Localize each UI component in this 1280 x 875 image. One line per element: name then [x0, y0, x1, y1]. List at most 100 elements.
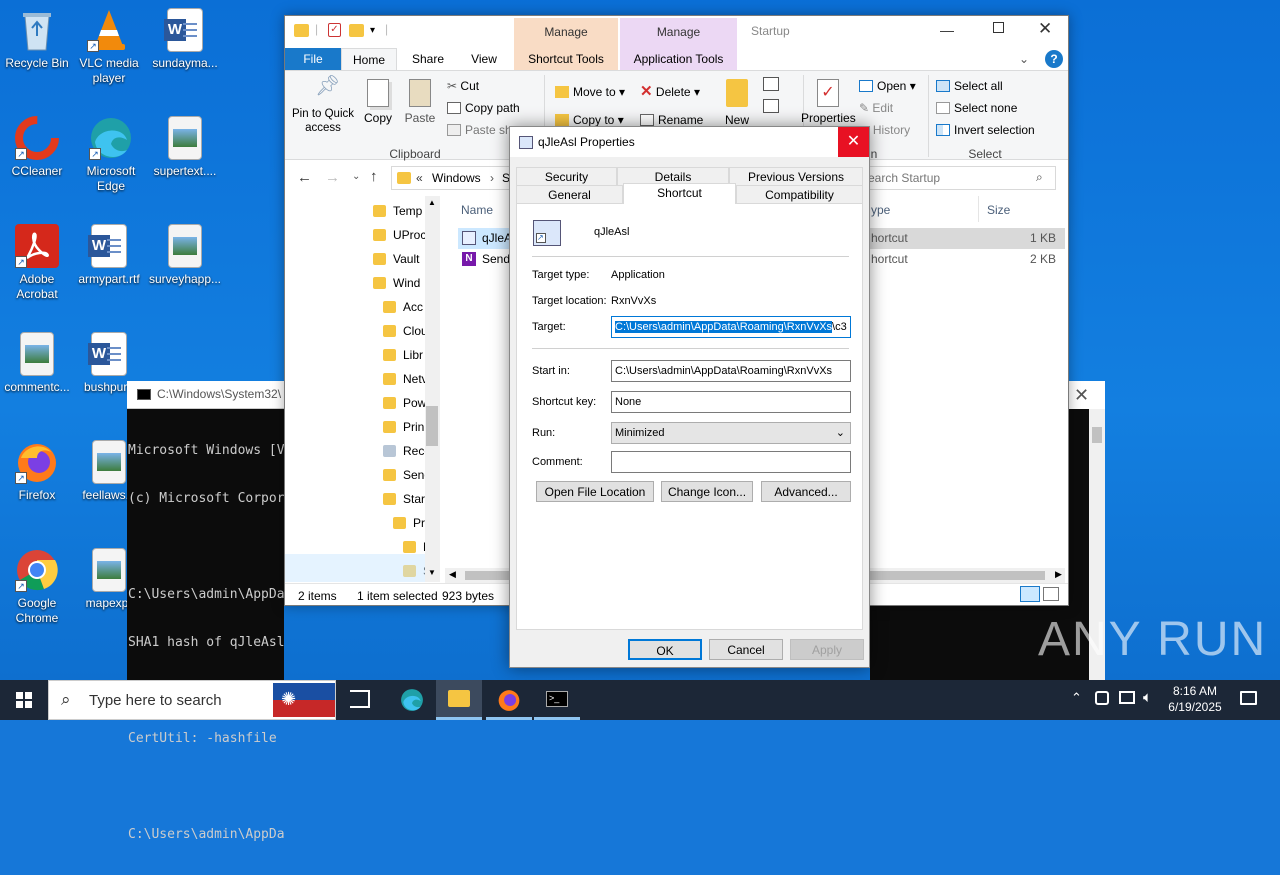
explorer-title-bar[interactable]: | ✓ ▾ | Manage Manage Startup — ✕ [285, 16, 1068, 70]
close-icon[interactable]: ✕ [1038, 19, 1052, 39]
desktop-icon-supertext[interactable]: supertext.... [148, 116, 222, 179]
cancel-button[interactable]: Cancel [709, 639, 783, 660]
delete-button[interactable]: ✕ Delete ▾ [640, 84, 700, 99]
up-icon[interactable]: ↑ [370, 168, 378, 185]
sidebar-item[interactable]: Vault [285, 248, 425, 270]
select-none-button[interactable]: Select none [936, 101, 1017, 115]
select-all-button[interactable]: Select all [936, 79, 1003, 93]
tab-shortcut[interactable]: Shortcut [623, 183, 736, 204]
sidebar-item[interactable]: Pow [285, 392, 426, 414]
column-header-type[interactable]: ype [871, 203, 890, 217]
desktop-icon-surveyhapp[interactable]: surveyhapp... [148, 224, 222, 287]
desktop-icon-vlc[interactable]: ↗ VLC media player [72, 8, 146, 86]
back-icon[interactable]: ← [297, 169, 312, 186]
sidebar-item[interactable]: Libr [285, 344, 425, 366]
desktop-icon-recycle-bin[interactable]: Recycle Bin [0, 8, 74, 71]
invert-selection-button[interactable]: Invert selection [936, 123, 1035, 137]
start-in-field[interactable]: C:\Users\admin\AppData\Roaming\RxnVvXs [611, 360, 851, 382]
tab-compatibility[interactable]: Compatibility [736, 185, 863, 203]
desktop-icon-sundayma[interactable]: W sundayma... [148, 8, 222, 71]
copy-path-button[interactable]: Copy path [447, 101, 520, 115]
taskbar-edge-button[interactable] [390, 680, 434, 720]
address-bar[interactable]: « Windows › S [391, 166, 511, 190]
new-folder-button[interactable]: New [719, 79, 755, 127]
comment-field[interactable] [611, 451, 851, 473]
desktop-icon-acrobat[interactable]: ↗ Adobe Acrobat [0, 224, 74, 302]
tab-home[interactable]: Home [341, 48, 397, 71]
maximize-icon[interactable] [993, 22, 1004, 33]
tab-file[interactable]: File [285, 48, 341, 70]
dialog-close-button[interactable]: ✕ [838, 127, 869, 157]
new-folder-quick-icon[interactable] [349, 24, 364, 37]
ok-button[interactable]: OK [628, 639, 702, 660]
qat-dropdown-icon[interactable]: ▾ [370, 25, 375, 36]
desktop-icon-edge[interactable]: ↗ Microsoft Edge [74, 116, 148, 194]
copy-to-button[interactable]: Copy to ▾ [555, 113, 624, 127]
details-view-icon[interactable] [1020, 586, 1040, 602]
taskbar-firefox-button[interactable] [486, 680, 532, 720]
column-header-name[interactable]: Name [461, 203, 493, 217]
run-select[interactable]: Minimized ⌄ [611, 422, 851, 444]
notifications-icon[interactable] [1240, 691, 1257, 705]
dialog-title-bar[interactable]: qJleAsl Properties ✕ [510, 127, 869, 157]
edit-button[interactable]: ✎ Edit [859, 101, 893, 115]
desktop-icon-armypart[interactable]: W armypart.rtf [72, 224, 146, 287]
sidebar-item[interactable]: Acc [285, 296, 425, 318]
advanced-button[interactable]: Advanced... [761, 481, 851, 502]
task-view-icon[interactable] [350, 690, 370, 708]
tab-shortcut-tools[interactable]: Shortcut Tools [514, 48, 618, 70]
recent-locations-icon[interactable]: ⌄ [352, 171, 360, 182]
nav-scrollbar[interactable]: ▲ ▼ [425, 196, 440, 582]
network-monitor-icon[interactable] [1095, 691, 1109, 705]
paste-button[interactable]: Paste [403, 79, 437, 125]
volume-icon[interactable]: 🔈︎ [1143, 689, 1152, 706]
column-header-size[interactable]: Size [987, 203, 1010, 217]
network-icon[interactable] [1119, 691, 1135, 704]
help-icon[interactable]: ? [1045, 50, 1063, 68]
desktop-icon-commentc[interactable]: commentc... [0, 332, 74, 395]
apply-button[interactable]: Apply [790, 639, 864, 660]
tab-previous-versions[interactable]: Previous Versions [729, 167, 863, 185]
forward-icon[interactable]: → [325, 169, 340, 186]
sidebar-item[interactable]: Pro [285, 512, 432, 534]
sidebar-item[interactable]: Prin [285, 416, 425, 438]
sidebar-item[interactable]: Send [285, 464, 431, 486]
cut-button[interactable]: ✂︎ Cut [447, 79, 479, 93]
copy-button[interactable]: Copy [361, 79, 395, 125]
easy-access-icon[interactable] [763, 99, 779, 113]
pin-quick-access-button[interactable]: 📌︎ Pin to Quick access [291, 76, 355, 135]
large-icons-view-icon[interactable] [1043, 587, 1059, 601]
cmd-close-icon[interactable]: ✕ [1074, 385, 1089, 406]
taskbar-explorer-button[interactable] [436, 680, 482, 720]
paste-shortcut-button[interactable]: Paste sho [447, 123, 518, 137]
desktop-icon-firefox[interactable]: ↗ Firefox [0, 440, 74, 503]
new-item-icon[interactable] [763, 77, 779, 91]
tab-view[interactable]: View [459, 48, 509, 70]
tab-security[interactable]: Security [516, 167, 617, 185]
properties-button[interactable]: ✓ Properties [801, 79, 856, 125]
sidebar-item[interactable]: Netv [285, 368, 428, 390]
properties-dialog[interactable]: qJleAsl Properties ✕ Security Details Pr… [509, 126, 870, 668]
address-overflow[interactable]: « [416, 171, 423, 185]
taskbar-search-box[interactable]: ⌕ Type here to search ✺ [48, 680, 336, 720]
change-icon-button[interactable]: Change Icon... [661, 481, 753, 502]
tray-overflow-icon[interactable]: ⌃ [1071, 690, 1082, 706]
open-button[interactable]: Open ▾ [859, 79, 916, 93]
expand-ribbon-icon[interactable]: ⌄ [1019, 52, 1029, 66]
minimize-icon[interactable]: — [940, 22, 954, 38]
sidebar-item[interactable]: Clou [285, 320, 428, 342]
sidebar-item[interactable]: Temp [285, 200, 425, 222]
sidebar-item[interactable]: Wind [285, 272, 425, 294]
desktop-icon-ccleaner[interactable]: ↗ CCleaner [0, 116, 74, 179]
shortcut-key-field[interactable]: None [611, 391, 851, 413]
sidebar-item[interactable]: Rece [285, 440, 431, 462]
sidebar-item[interactable]: Start [285, 488, 428, 510]
target-field[interactable]: C:\Users\admin\AppData\Roaming\RxnVvXs\c… [611, 316, 851, 338]
sidebar-item[interactable]: UProc [285, 224, 426, 246]
start-button[interactable] [0, 680, 48, 720]
cmd-title-bar[interactable]: C:\Windows\System32\ [127, 381, 284, 409]
tab-application-tools[interactable]: Application Tools [620, 48, 737, 70]
properties-quick-icon[interactable]: ✓ [328, 23, 341, 37]
open-file-location-button[interactable]: Open File Location [536, 481, 654, 502]
rename-button[interactable]: Rename [640, 113, 703, 127]
